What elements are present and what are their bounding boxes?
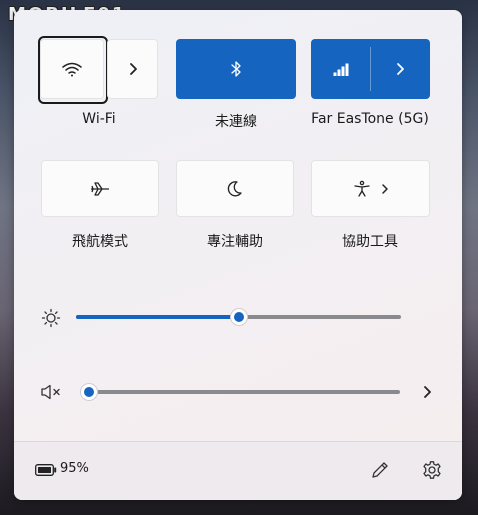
chevron-right-icon (128, 62, 138, 76)
cellular-toggle[interactable] (311, 39, 430, 99)
battery-percentage: 95% (60, 461, 89, 476)
wifi-focus-ring (38, 36, 108, 104)
brightness-slider-track[interactable] (76, 308, 401, 326)
brightness-slider-thumb[interactable] (229, 308, 248, 326)
wifi-expand-button[interactable] (107, 39, 158, 99)
moon-icon (227, 180, 243, 198)
accessibility-label: 協助工具 (342, 234, 398, 250)
chevron-right-icon (381, 183, 389, 195)
cellular-signal-icon (333, 62, 351, 76)
brightness-slider-fill (76, 315, 239, 319)
volume-slider-thumb[interactable] (80, 383, 98, 401)
accessibility-toggle[interactable] (311, 160, 430, 217)
focus-assist-toggle[interactable] (176, 160, 294, 217)
airplane-mode-label: 飛航模式 (72, 234, 128, 250)
airplane-mode-toggle[interactable] (41, 160, 159, 217)
battery-icon[interactable] (34, 462, 58, 478)
chevron-right-icon (395, 62, 405, 76)
edit-quick-settings-button[interactable] (368, 458, 392, 482)
volume-output-expand-button[interactable] (418, 382, 436, 402)
cellular-label: Far EasTone (5G) (311, 111, 429, 127)
speaker-muted-icon[interactable] (39, 382, 63, 402)
gear-icon (423, 461, 441, 479)
airplane-icon (90, 181, 110, 197)
chevron-right-icon (424, 386, 431, 398)
settings-button[interactable] (420, 458, 444, 482)
cellular-expand-button[interactable] (370, 39, 430, 99)
bluetooth-label: 未連線 (215, 114, 257, 130)
volume-slider-track[interactable] (80, 383, 400, 401)
bluetooth-toggle[interactable] (176, 39, 296, 99)
wifi-label: Wi-Fi (82, 111, 116, 127)
accessibility-icon (353, 180, 371, 198)
brightness-icon (40, 308, 62, 328)
bluetooth-icon (230, 60, 242, 78)
focus-assist-label: 專注輔助 (207, 234, 263, 250)
quick-settings-footer: 95% (14, 441, 462, 500)
quick-settings-panel: Wi-Fi 未連線 Far EasTone (5G) 飛航模式 專注輔助 協助工… (14, 10, 462, 500)
pencil-icon (372, 462, 388, 478)
